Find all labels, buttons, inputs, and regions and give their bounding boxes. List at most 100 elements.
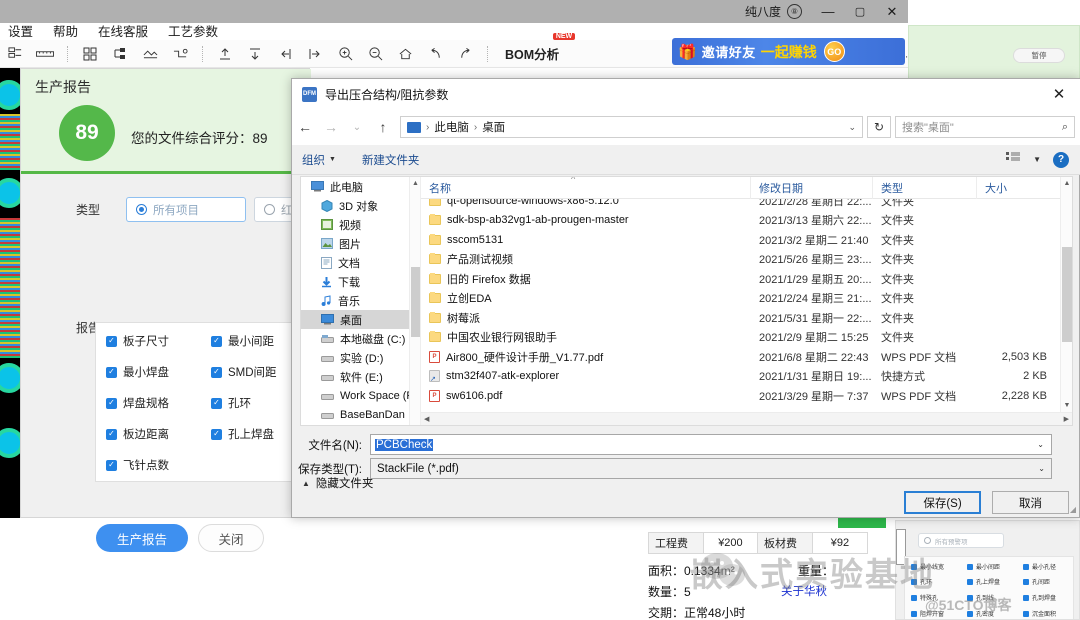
tree-item-local-disk-c[interactable]: 本地磁盘 (C:) bbox=[301, 329, 420, 348]
layers-icon[interactable] bbox=[0, 41, 30, 67]
filename-input[interactable]: PCBCheck ⌄ bbox=[370, 434, 1052, 455]
mini-check[interactable]: 最小间距 bbox=[967, 562, 1000, 571]
zoom-out-icon[interactable] bbox=[360, 41, 390, 67]
mini-check[interactable]: 孔间距 bbox=[1023, 577, 1050, 586]
checkbox-smd-spacing[interactable]: ✓ SMD间距 bbox=[211, 364, 277, 380]
forward-button[interactable]: → bbox=[318, 114, 344, 140]
table-row[interactable]: sdk-bsp-ab32vg1-ab-prougen-master 2021/3… bbox=[421, 211, 1072, 231]
hide-folders-toggle[interactable]: ▲ 隐藏文件夹 bbox=[302, 475, 373, 491]
align-top-icon[interactable] bbox=[210, 41, 240, 67]
table-row[interactable]: 树莓派 2021/5/31 星期一 22:... 文件夹 bbox=[421, 308, 1072, 328]
align-right-icon[interactable] bbox=[300, 41, 330, 67]
mini-check[interactable]: 孔到焊盘 bbox=[1023, 593, 1056, 602]
table-row[interactable]: qt-opensource-windows-x86-5.12.0 2021/2/… bbox=[421, 199, 1072, 211]
table-row[interactable]: 立创EDA 2021/2/24 星期三 21:... 文件夹 bbox=[421, 289, 1072, 309]
checkbox-flying-probe-points[interactable]: ✓ 飞针点数 bbox=[106, 457, 169, 473]
help-icon[interactable]: ? bbox=[1053, 151, 1069, 168]
tree-item-baseband[interactable]: BaseBanDan bbox=[301, 405, 420, 424]
close-report-button[interactable]: 关闭 bbox=[198, 524, 264, 552]
mini-check[interactable]: 特殊孔 bbox=[911, 593, 938, 602]
bom-analysis-button[interactable]: BOM分析 NEW bbox=[501, 33, 576, 65]
undo-icon[interactable] bbox=[420, 41, 450, 67]
checkbox-board-size[interactable]: ✓ 板子尺寸 bbox=[106, 333, 169, 349]
pause-button[interactable]: 暂停 bbox=[1013, 48, 1065, 63]
back-button[interactable]: ← bbox=[292, 114, 318, 140]
checkbox-min-pad[interactable]: ✓ 最小焊盘 bbox=[106, 364, 169, 380]
pcb-canvas[interactable] bbox=[0, 68, 20, 518]
checkbox-board-edge-distance[interactable]: ✓ 板边距离 bbox=[106, 426, 169, 442]
scroll-right-icon[interactable]: ▶ bbox=[1064, 415, 1069, 423]
tree-item-desktop[interactable]: 桌面 bbox=[301, 310, 420, 329]
user-account[interactable]: 纯八度 ⑧ bbox=[745, 3, 802, 20]
view-dropdown-icon[interactable]: ▼ bbox=[1033, 155, 1041, 164]
mini-check[interactable]: 阻焊开窗 bbox=[911, 609, 944, 618]
table-row[interactable]: 中国农业银行网银助手 2021/2/9 星期二 15:25 文件夹 bbox=[421, 328, 1072, 348]
tree-item-music[interactable]: 音乐 bbox=[301, 291, 420, 310]
breadcrumb-this-pc[interactable]: 此电脑 bbox=[434, 119, 469, 135]
radio-all-items[interactable]: 所有项目 bbox=[126, 197, 246, 222]
tree-item-drive-e[interactable]: 软件 (E:) bbox=[301, 367, 420, 386]
maximize-button[interactable]: ▢ bbox=[844, 0, 876, 23]
refresh-button[interactable]: ↻ bbox=[867, 116, 891, 138]
column-header-type[interactable]: 类型 bbox=[873, 177, 977, 199]
table-row[interactable]: sscom5131 2021/3/2 星期二 21:40 文件夹 bbox=[421, 230, 1072, 250]
table-row[interactable]: Psw6106.pdf 2021/3/29 星期一 7:37 WPS PDF 文… bbox=[421, 386, 1072, 406]
menu-item-online-support[interactable]: 在线客服 bbox=[98, 21, 148, 40]
recent-locations-button[interactable]: ⌄ bbox=[344, 114, 370, 140]
scroll-up-icon[interactable]: ▲ bbox=[410, 177, 420, 189]
table-row[interactable]: PTDM3420.pdf 2021/3/29 星期一 7:38 WPS PDF … bbox=[421, 406, 1072, 407]
checkbox-min-spacing[interactable]: ✓ 最小间距 bbox=[211, 333, 274, 349]
checkbox-pad-spec[interactable]: ✓ 焊盘规格 bbox=[106, 395, 169, 411]
chevron-down-icon[interactable]: ⌄ bbox=[848, 122, 856, 133]
chevron-down-icon[interactable]: ⌄ bbox=[1037, 440, 1044, 449]
mini-check[interactable]: 孔上焊盘 bbox=[967, 577, 1000, 586]
save-button[interactable]: 保存(S) bbox=[904, 491, 981, 514]
breadcrumb-desktop[interactable]: 桌面 bbox=[482, 119, 505, 135]
cancel-button[interactable]: 取消 bbox=[992, 491, 1069, 514]
redo-icon[interactable] bbox=[450, 41, 480, 67]
tree-item-downloads[interactable]: 下载 bbox=[301, 272, 420, 291]
tree-item-documents[interactable]: 文档 bbox=[301, 253, 420, 272]
organize-button[interactable]: 组织 ▼ bbox=[302, 152, 336, 168]
dimension-icon[interactable] bbox=[135, 41, 165, 67]
mini-check[interactable]: 最小线宽 bbox=[911, 562, 944, 571]
filetype-select[interactable]: StackFile (*.pdf) ⌄ bbox=[370, 458, 1052, 479]
mini-check[interactable]: 沉金面积 bbox=[1023, 609, 1056, 618]
view-list-icon[interactable] bbox=[1006, 151, 1021, 169]
scrollbar-thumb[interactable] bbox=[411, 267, 420, 337]
scroll-down-icon[interactable]: ▼ bbox=[1061, 399, 1072, 411]
up-button[interactable]: ↑ bbox=[370, 114, 396, 140]
mini-check[interactable]: 孔环 bbox=[911, 577, 932, 586]
scrollbar-thumb[interactable] bbox=[1062, 247, 1072, 342]
tree-item-videos[interactable]: 视频 bbox=[301, 215, 420, 234]
scroll-up-icon[interactable]: ▲ bbox=[1061, 177, 1072, 189]
scroll-left-icon[interactable]: ◀ bbox=[424, 415, 429, 423]
menu-item-process-params[interactable]: 工艺参数 bbox=[168, 21, 218, 40]
avatar[interactable]: ⑧ bbox=[787, 4, 802, 19]
column-header-date[interactable]: 修改日期 bbox=[751, 177, 873, 199]
dialog-close-button[interactable]: ✕ bbox=[1037, 79, 1080, 109]
table-row[interactable]: 产品测试视频 2021/5/26 星期三 23:... 文件夹 bbox=[421, 250, 1072, 270]
chevron-down-icon[interactable]: ⌄ bbox=[1038, 464, 1045, 473]
align-bottom-icon[interactable] bbox=[240, 41, 270, 67]
column-header-size[interactable]: 大小 bbox=[977, 177, 1057, 199]
invite-friends-ad-banner[interactable]: 🎁 邀请好友 一起赚钱 GO bbox=[672, 38, 905, 65]
mini-check[interactable]: 孔到线 bbox=[967, 593, 994, 602]
tree-item-this-pc[interactable]: 此电脑 bbox=[301, 177, 420, 196]
new-folder-button[interactable]: 新建文件夹 bbox=[362, 152, 420, 168]
tree-item-drive-d[interactable]: 实验 (D:) bbox=[301, 348, 420, 367]
home-icon[interactable] bbox=[390, 41, 420, 67]
file-list-vertical-scrollbar[interactable]: ▲ ▼ bbox=[1060, 177, 1072, 425]
mini-check[interactable]: 最小孔径 bbox=[1023, 562, 1056, 571]
tree-scrollbar[interactable]: ▲ bbox=[409, 177, 420, 425]
table-row[interactable]: P Air800_硬件设计手册_V1.77.pdf 2021/6/8 星期二 22… bbox=[421, 347, 1072, 367]
mini-radio-all-warnings[interactable]: 所有预警项 bbox=[918, 533, 1004, 548]
grid-icon[interactable] bbox=[75, 41, 105, 67]
table-row[interactable]: stm32f407-atk-explorer 2021/1/31 星期日 19:… bbox=[421, 367, 1072, 387]
menu-item-help[interactable]: 帮助 bbox=[53, 21, 78, 40]
checkbox-pad-on-hole[interactable]: ✓ 孔上焊盘 bbox=[211, 426, 274, 442]
about-huaqiu-link[interactable]: 关于华秋 bbox=[781, 583, 827, 599]
checkbox-annular-ring[interactable]: ✓ 孔环 bbox=[211, 395, 251, 411]
menu-item-settings[interactable]: 设置 bbox=[8, 21, 33, 40]
minimize-button[interactable]: — bbox=[812, 0, 844, 23]
